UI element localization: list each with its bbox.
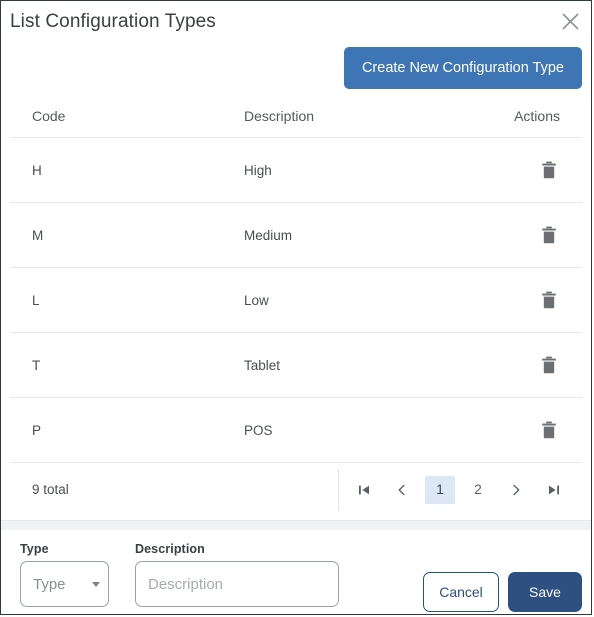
description-input[interactable] [135,561,339,607]
cell-code: P [10,397,222,462]
cell-code: L [10,267,222,333]
create-new-configuration-type-button[interactable]: Create New Configuration Type [343,47,582,89]
next-page-icon[interactable] [501,476,531,504]
cell-actions [472,397,582,462]
cell-actions [472,267,582,333]
cell-description: Tablet [222,332,472,398]
table-row: T Tablet [10,332,582,398]
cell-actions [472,137,582,203]
pagination-bar: 9 total 1 2 [10,462,582,516]
total-count-label: 9 total [32,482,69,497]
configuration-types-table: Code Description Actions H High M Medium… [10,95,582,462]
table-header-row: Code Description Actions [10,95,582,138]
trash-icon[interactable] [536,287,562,313]
cell-description: Medium [222,202,472,268]
description-field-group: Description [135,542,339,607]
cell-actions [472,202,582,268]
table-row: M Medium [10,202,582,268]
description-field-label: Description [135,542,205,556]
type-field-label: Type [20,542,49,556]
table-header: Code Description Actions [10,95,582,138]
configuration-types-table-container: Code Description Actions H High M Medium… [1,95,591,520]
cell-description: Low [222,267,472,333]
type-field-group: Type Type [20,542,109,607]
page-number-2[interactable]: 2 [463,476,493,504]
first-page-icon[interactable] [349,476,379,504]
type-select-value: Type [33,575,66,593]
last-page-icon[interactable] [539,476,569,504]
page-title: List Configuration Types [10,11,216,32]
previous-page-icon[interactable] [387,476,417,504]
type-select[interactable]: Type [20,561,109,607]
cell-actions [472,332,582,398]
page-number-1[interactable]: 1 [425,475,455,504]
trash-icon[interactable] [536,352,562,378]
dialog-header: List Configuration Types [1,1,591,45]
table-body: H High M Medium L Low T Tablet P POS [10,137,582,462]
save-button[interactable]: Save [508,572,582,612]
footer-separator [1,520,591,530]
list-configuration-types-dialog: List Configuration Types Create New Conf… [0,0,592,615]
table-row: P POS [10,397,582,462]
cell-description: POS [222,397,472,462]
table-row: L Low [10,267,582,333]
trash-icon[interactable] [536,417,562,443]
trash-icon[interactable] [536,157,562,183]
cell-code: H [10,137,222,203]
cell-code: M [10,202,222,268]
configuration-type-form: Type Type Description Cancel Save [1,530,591,614]
column-header-actions: Actions [514,108,560,124]
column-header-description: Description [244,108,315,124]
cancel-button[interactable]: Cancel [423,572,499,612]
trash-icon[interactable] [536,222,562,248]
cell-code: T [10,332,222,398]
close-icon[interactable] [555,6,585,36]
create-button-row: Create New Configuration Type [1,45,591,95]
table-row: H High [10,137,582,203]
pagination-controls: 1 2 [338,468,573,511]
chevron-down-icon [92,581,100,587]
column-header-code: Code [32,108,66,124]
cell-description: High [222,137,472,203]
